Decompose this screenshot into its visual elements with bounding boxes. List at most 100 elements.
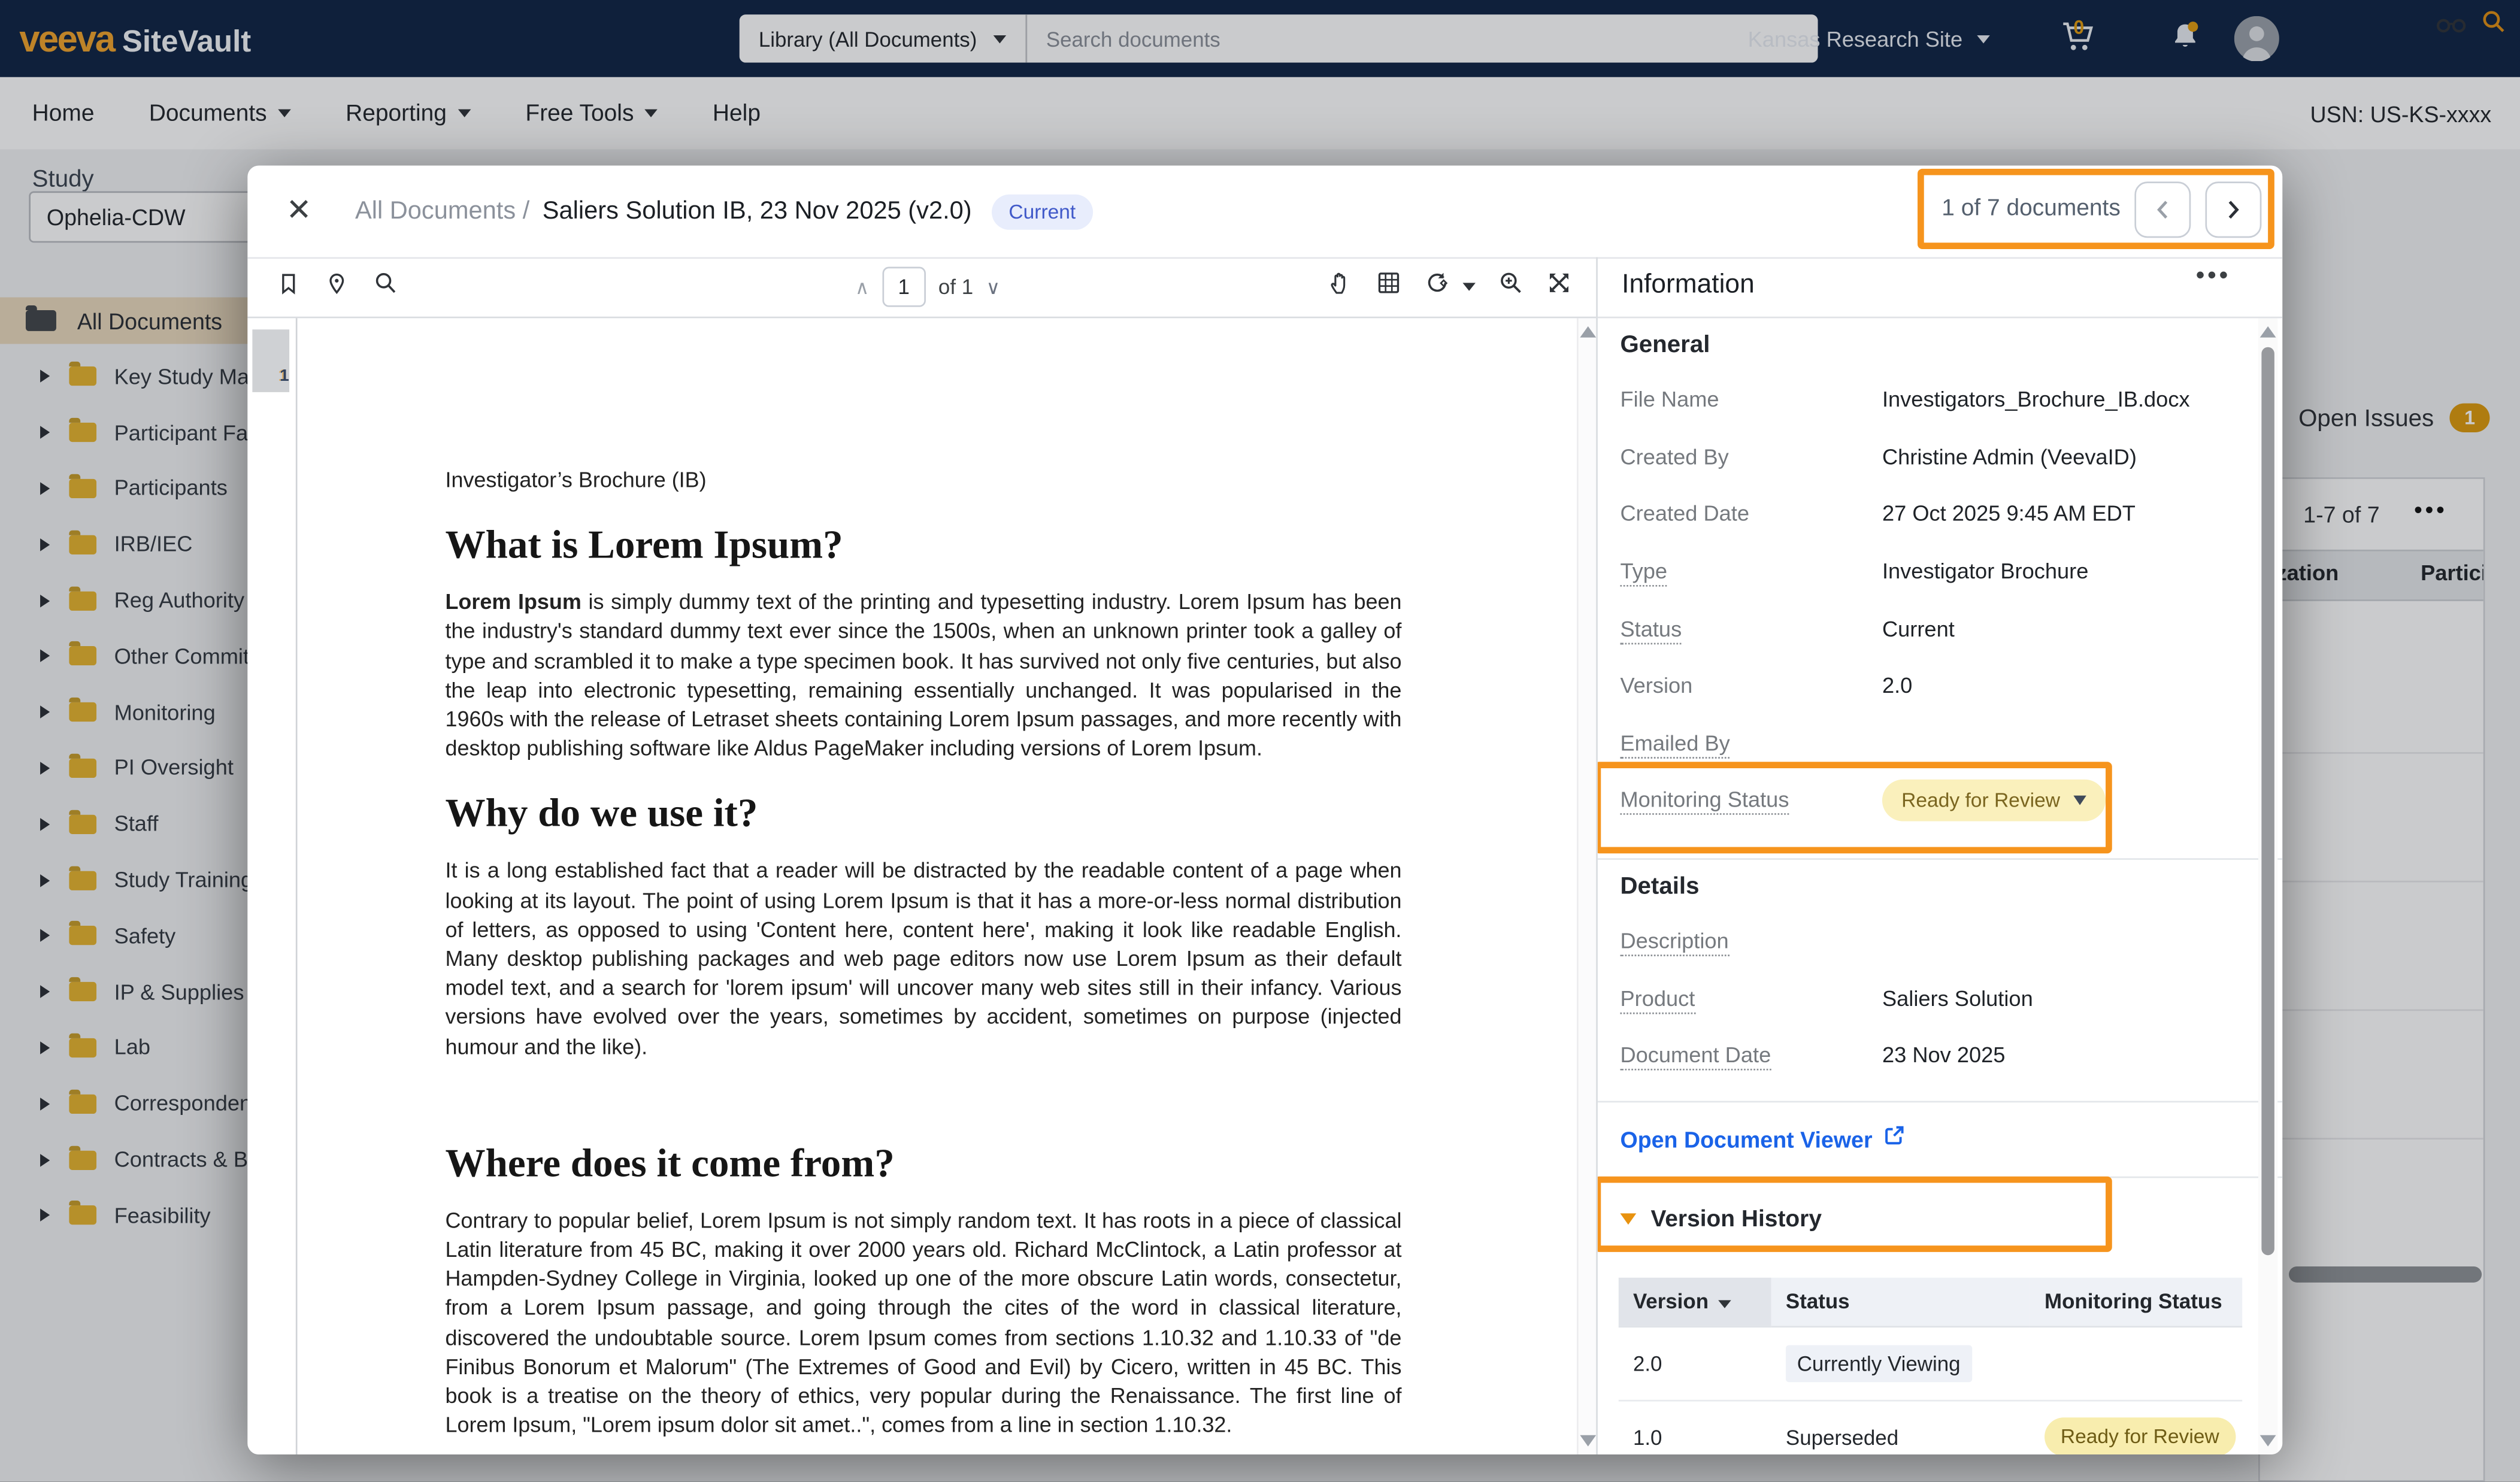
field-created-date: Created Date 27 Oct 2025 9:45 AM EDT — [1598, 486, 2282, 543]
bookmarks-icon[interactable] — [277, 271, 301, 303]
section-divider — [1598, 858, 2282, 860]
close-icon[interactable]: ✕ — [286, 193, 312, 230]
status-badge: Current — [991, 193, 1094, 229]
monitoring-status-pill: Ready for Review — [2045, 1417, 2235, 1454]
collapse-caret-icon — [1620, 1214, 1636, 1225]
document-viewer-modal: ✕ All Documents / Saliers Solution IB, 2… — [247, 165, 2282, 1454]
monitoring-status-value: Ready for Review — [1901, 789, 2060, 812]
field-description: Description — [1598, 913, 2282, 970]
field-version: Version 2.0 — [1598, 657, 2282, 715]
monitoring-cell: Ready for Review — [2030, 1400, 2242, 1454]
scrollbar-thumb[interactable] — [2261, 347, 2274, 1255]
status-cell: Currently Viewing — [1771, 1326, 2030, 1399]
field-label: Document Date — [1620, 1044, 1882, 1068]
field-label: Emailed By — [1620, 731, 1882, 755]
status-cell: Superseded — [1771, 1400, 2030, 1454]
page-number-input[interactable] — [882, 267, 925, 307]
version-history-table: Version Status Monitoring Status 2.0 Cur… — [1619, 1277, 2242, 1454]
section-heading-3: Where does it come from? — [445, 1142, 1401, 1187]
open-document-viewer-link[interactable]: Open Document Viewer — [1620, 1126, 1872, 1151]
general-section-title: General — [1620, 331, 2282, 371]
thumbnail-grid-icon[interactable] — [1376, 270, 1402, 304]
location-pin-icon[interactable] — [325, 271, 349, 303]
breadcrumb[interactable]: All Documents / — [355, 197, 529, 226]
previous-page-icon[interactable]: ∧ — [855, 275, 870, 298]
field-created-by: Created By Christine Admin (VeevaID) — [1598, 429, 2282, 486]
information-panel-header: Information ••• — [1598, 257, 2282, 318]
column-version[interactable]: Version — [1619, 1277, 1771, 1326]
field-value: 2.0 — [1882, 674, 1912, 698]
field-label: Created By — [1620, 445, 1882, 469]
scroll-down-icon[interactable] — [2260, 1435, 2276, 1447]
chevron-down-icon — [2073, 795, 2085, 805]
table-row: 1.0 Superseded Ready for Review — [1619, 1400, 2242, 1454]
field-label: Monitoring Status — [1620, 788, 1882, 812]
thumbnail-page-number: 1 — [280, 366, 289, 386]
document-page: Investigator’s Brochure (IB) What is Lor… — [298, 318, 1577, 1454]
modal-header: ✕ All Documents / Saliers Solution IB, 2… — [247, 165, 2282, 259]
field-label: Version — [1620, 674, 1882, 698]
version-link[interactable]: 1.0 — [1619, 1400, 1771, 1454]
next-page-icon[interactable]: ∨ — [986, 275, 1001, 298]
sort-caret-icon — [1718, 1300, 1731, 1308]
version-history-title: Version History — [1650, 1206, 1822, 1232]
pdf-viewer: ∧ of 1 ∨ 1 — [247, 257, 1596, 1454]
details-section-title: Details — [1620, 872, 2282, 913]
table-row: 2.0 Currently Viewing — [1619, 1326, 2242, 1399]
find-in-document-icon[interactable] — [373, 270, 399, 304]
panel-title: Information — [1622, 270, 1755, 301]
field-value: 23 Nov 2025 — [1882, 1044, 2005, 1068]
field-label: Status — [1620, 617, 1882, 641]
field-value: 27 Oct 2025 9:45 AM EDT — [1882, 502, 2136, 526]
field-file-name: File Name Investigators_Brochure_IB.docx — [1598, 371, 2282, 429]
column-monitoring-status: Monitoring Status — [2030, 1277, 2242, 1326]
next-document-button[interactable] — [2206, 181, 2262, 237]
hand-tool-icon[interactable] — [1328, 270, 1353, 304]
field-document-date: Document Date 23 Nov 2025 — [1598, 1027, 2282, 1084]
field-value: Investigator Brochure — [1882, 559, 2088, 583]
field-monitoring-status: Monitoring Status Ready for Review — [1598, 772, 2282, 829]
previous-document-button[interactable] — [2135, 181, 2191, 237]
scroll-up-icon[interactable] — [1580, 326, 1596, 338]
section-heading-2: Why do we use it? — [445, 793, 1401, 838]
paragraph-2: It is a long established fact that a rea… — [445, 857, 1401, 1062]
field-value: Saliers Solution — [1882, 986, 2033, 1010]
field-value: Christine Admin (VeevaID) — [1882, 445, 2137, 469]
external-link-icon — [1883, 1125, 1904, 1153]
page-total-label: of 1 — [938, 275, 973, 299]
table-header-row: Version Status Monitoring Status — [1619, 1277, 2242, 1326]
document-pager-annotation: 1 of 7 documents — [1918, 169, 2274, 249]
panel-more-menu-icon[interactable]: ••• — [2196, 262, 2231, 289]
currently-viewing-chip: Currently Viewing — [1786, 1344, 1971, 1381]
column-status: Status — [1771, 1277, 2030, 1326]
field-value: Current — [1882, 617, 1955, 641]
pdf-scrollbar[interactable] — [1577, 318, 1596, 1454]
paragraph-3: Contrary to popular belief, Lorem Ipsum … — [445, 1207, 1401, 1441]
document-title: Saliers Solution IB, 23 Nov 2025 (v2.0) — [543, 197, 972, 226]
section-heading-1: What is Lorem Ipsum? — [445, 525, 1401, 569]
scroll-up-icon[interactable] — [2260, 326, 2276, 338]
fullscreen-icon[interactable] — [1546, 270, 1572, 304]
information-panel-body: General File Name Investigators_Brochure… — [1598, 318, 2282, 1454]
paragraph-1: Lorem Ipsum is simply dummy text of the … — [445, 589, 1401, 764]
field-label: Description — [1620, 929, 1882, 953]
rotate-icon[interactable] — [1424, 270, 1450, 304]
monitoring-status-dropdown[interactable]: Ready for Review — [1882, 780, 2105, 822]
zoom-in-icon[interactable] — [1498, 270, 1523, 304]
field-label: Type — [1620, 559, 1882, 583]
field-label: Product — [1620, 986, 1882, 1010]
rotate-options-caret-icon[interactable] — [1462, 283, 1475, 290]
document-pager-label: 1 of 7 documents — [1942, 196, 2121, 222]
field-emailed-by: Emailed By — [1598, 714, 2282, 772]
version-cell: 2.0 — [1619, 1326, 1771, 1399]
field-label: File Name — [1620, 388, 1882, 412]
page-thumbnail-strip: 1 — [247, 318, 297, 1454]
info-panel-scrollbar[interactable] — [2258, 318, 2277, 1454]
field-status: Status Current — [1598, 600, 2282, 657]
version-history-toggle[interactable]: Version History — [1598, 1177, 2282, 1238]
screen: veeva SiteVault Library (All Documents) … — [0, 0, 2520, 1482]
field-product: Product Saliers Solution — [1598, 969, 2282, 1027]
field-type: Type Investigator Brochure — [1598, 543, 2282, 601]
scroll-down-icon[interactable] — [1580, 1435, 1596, 1447]
field-value: Investigators_Brochure_IB.docx — [1882, 388, 2190, 412]
